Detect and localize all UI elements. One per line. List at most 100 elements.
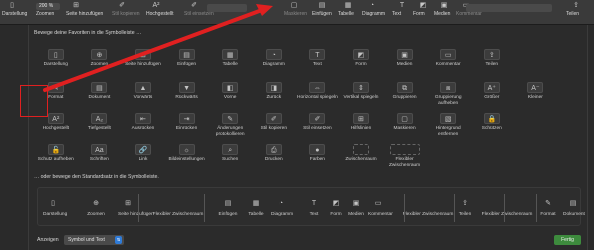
palette-item-vertikal-spiegeln[interactable]: ⇕ Vertikal spiegeln: [340, 82, 382, 101]
palette-item-bildeinstellungen[interactable]: ☼ Bildeinstellungen: [166, 144, 208, 163]
palette-item-einfügen[interactable]: ▤ Einfügen: [166, 49, 208, 68]
default-item-label: Medien: [348, 212, 364, 217]
palette-item-diagramm[interactable]: ◔ Diagramm: [253, 49, 295, 68]
palette-item-vorwärts[interactable]: ▲ Vorwärts: [122, 82, 164, 101]
palette-item-kommentar[interactable]: ▭ Kommentar: [427, 49, 469, 68]
done-button[interactable]: Fertig: [554, 235, 581, 245]
palette-item-drucken[interactable]: ⎙ Drucken: [253, 144, 295, 163]
toolbar-field-right[interactable]: [466, 4, 552, 12]
palette-item-medien[interactable]: ▣ Medien: [384, 49, 426, 68]
add-page-icon: ⊞: [125, 200, 131, 207]
palette-item-flexibler-zwischenraum[interactable]: Flexibler Zwischenraum: [384, 144, 426, 168]
zoom-icon: ⊕: [93, 200, 99, 207]
palette-item-schützen[interactable]: 🔒 Schützen: [471, 113, 513, 132]
toolbar-item-stil-kopieren[interactable]: Stil kopieren: [112, 11, 140, 17]
palette-item-hintergrund-entfernen[interactable]: ▧ Hintergrund entfernen: [427, 113, 469, 137]
palette-item-seite-hinzufügen[interactable]: ⊞ Seite hinzufügen: [122, 49, 164, 68]
show-mode-select[interactable]: Symbol und Text ⇅: [64, 235, 124, 245]
palette-item-rückwärts[interactable]: ▼ Rückwärts: [166, 82, 208, 101]
palette-item-farben[interactable]: ● Farben: [297, 144, 339, 163]
palette-item-schriften[interactable]: Aa Schriften: [79, 144, 121, 163]
palette-item-schutz-aufheben[interactable]: 🔓 Schutz aufheben: [35, 144, 77, 163]
lock-icon: 🔒: [483, 113, 500, 124]
outdent-icon: ⇤: [134, 113, 151, 124]
palette-item-label: Schutz aufheben: [37, 157, 74, 162]
subscript-icon: A₂: [91, 113, 108, 124]
format-icon: ✎: [545, 200, 551, 207]
toolbar-item-zoomen[interactable]: Zoomen: [36, 11, 54, 17]
palette-item-text[interactable]: T Text: [297, 49, 339, 68]
indent-icon: ⇥: [178, 113, 195, 124]
toolbar-item-diagramm[interactable]: Diagramm: [362, 11, 385, 17]
shape-icon: ◩: [419, 2, 427, 9]
chart-icon: ◔: [278, 200, 284, 207]
palette-item-zwischenraum[interactable]: Zwischenraum: [340, 144, 382, 163]
palette-item-darstellung[interactable]: ▯ Darstellung: [35, 49, 77, 68]
toolbar-item-tabelle[interactable]: Tabelle: [338, 11, 354, 17]
sidebar-icon: ▯: [51, 200, 55, 207]
space-icon: [352, 144, 369, 155]
table-icon: ▦: [252, 200, 260, 207]
media-icon: ▣: [396, 49, 413, 60]
format-icon: ✎: [47, 82, 64, 93]
palette-item-link[interactable]: 🔗 Link: [122, 144, 164, 163]
toolbar-item-hochgestellt[interactable]: Hochgestellt: [146, 11, 174, 17]
palette-item-label: Link: [138, 157, 148, 162]
palette-item-hilfslinien[interactable]: ⊞ Hilfslinien: [340, 113, 382, 132]
toolbar-item-darstellung[interactable]: Darstellung: [2, 11, 27, 17]
shape-icon: ◩: [352, 49, 369, 60]
ungroup-icon: ⧈: [440, 82, 457, 93]
default-item-einfügen: ▤ Einfügen: [218, 199, 238, 217]
default-item-label: Seite hinzufügen: [118, 212, 154, 217]
toolbar-item-teilen[interactable]: Teilen: [566, 11, 579, 17]
search-icon: ⌕: [222, 144, 239, 155]
palette-item-stil-einsetzen[interactable]: ✐ Stil einsetzen: [297, 113, 339, 132]
show-label: Anzeigen: [37, 237, 59, 243]
palette-item-gruppierung-aufheben[interactable]: ⧈ Gruppierung aufheben: [427, 82, 469, 106]
toolbar-item-medien[interactable]: Medien: [434, 11, 450, 17]
toolbar-field-left[interactable]: [207, 4, 247, 12]
palette-item-tiefgestellt[interactable]: A₂ Tiefgestellt: [79, 113, 121, 132]
palette-item-kleiner[interactable]: A⁻ Kleiner: [515, 82, 557, 101]
chevron-updown-icon: ⇅: [115, 236, 122, 244]
palette-item-gruppieren[interactable]: ⧉ Gruppieren: [384, 82, 426, 101]
default-set-bar[interactable]: ▯ Darstellung ⊕ Zoomen ⊞ Seite hinzufügen Flex…: [37, 187, 585, 226]
palette-item-vorne[interactable]: ◧ Vorne: [209, 82, 251, 101]
palette-item-label: Drucken: [264, 157, 283, 162]
palette-item-stil-kopieren[interactable]: ✐ Stil kopieren: [253, 113, 295, 132]
palette-item-tabelle[interactable]: ▦ Tabelle: [209, 49, 251, 68]
front-icon: ◧: [222, 82, 239, 93]
palette-item-label: Zwischenraum: [345, 157, 377, 162]
palette-item-horizontal-spiegeln[interactable]: ⇔ Horizontal spiegeln: [297, 82, 339, 101]
text-icon: T: [311, 200, 317, 207]
flexible-space-icon: [150, 199, 206, 209]
palette-item-label: Suchen: [222, 157, 239, 162]
default-item-format: ✎ Format: [538, 199, 558, 217]
palette-item-zurück[interactable]: ◨ Zurück: [253, 82, 295, 101]
bigger-icon: A⁺: [483, 82, 500, 93]
palette-item-änderungen-protokollieren[interactable]: ✎ Änderungen protokollieren: [209, 113, 251, 137]
palette-item-dokument[interactable]: ▤ Dokument: [79, 82, 121, 101]
palette-item-größer[interactable]: A⁺ Größer: [471, 82, 513, 101]
track-changes-icon: ✎: [222, 113, 239, 124]
palette-item-suchen[interactable]: ⌕ Suchen: [209, 144, 251, 163]
share-icon: ⇪: [573, 2, 579, 9]
document-icon: ▤: [569, 200, 577, 207]
palette-item-form[interactable]: ◩ Form: [340, 49, 382, 68]
favorites-title: Bewege deine Favoriten in die Symbolleis…: [34, 30, 142, 36]
toolbar-item-seite-hinzufügen[interactable]: Seite hinzufügen: [66, 11, 103, 17]
palette-item-teilen[interactable]: ⇪ Teilen: [471, 49, 513, 68]
toolbar-item-form[interactable]: Form: [413, 11, 425, 17]
toolbar-item-maskieren[interactable]: Maskieren: [284, 11, 307, 17]
palette-item-maskieren[interactable]: ▢ Maskieren: [384, 113, 426, 132]
palette-item-einrücken[interactable]: ⇥ Einrücken: [166, 113, 208, 132]
paste-style-icon: ✐: [191, 2, 197, 9]
toolbar-item-text[interactable]: Text: [392, 11, 401, 17]
palette-item-ausrücken[interactable]: ⇤ Ausrücken: [122, 113, 164, 132]
text-icon: T: [399, 2, 405, 9]
palette-item-label: Teilen: [485, 62, 499, 67]
palette-item-zoomen[interactable]: ⊕ Zoomen: [79, 49, 121, 68]
palette-item-label: Diagramm: [262, 62, 285, 67]
zoom-select[interactable]: 200 %: [36, 3, 60, 10]
toolbar-item-einfügen[interactable]: Einfügen: [312, 11, 332, 17]
